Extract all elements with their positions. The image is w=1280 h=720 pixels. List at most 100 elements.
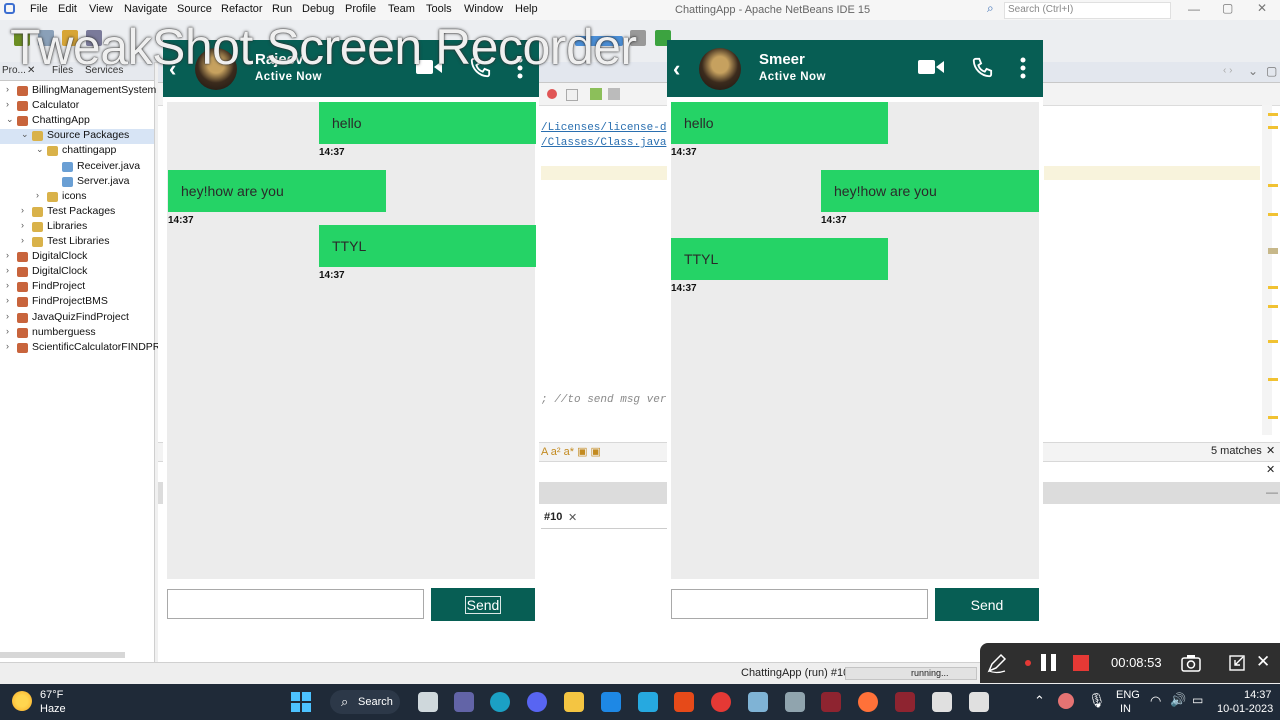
close-panel-icon[interactable]: ✕	[1266, 463, 1275, 476]
collapse-arrow-icon[interactable]: ›	[21, 220, 24, 230]
editor-scrollbar[interactable]	[1262, 105, 1272, 435]
maximize-button[interactable]: ▢	[1222, 1, 1233, 15]
mail-icon[interactable]	[601, 692, 621, 712]
message-input[interactable]	[167, 589, 424, 619]
tree-item[interactable]: › Test Packages	[0, 205, 154, 220]
teams-icon[interactable]	[454, 692, 474, 712]
menu-item-file[interactable]: File	[30, 3, 48, 15]
minimize-recorder-icon[interactable]	[1229, 655, 1245, 671]
tree-item[interactable]: › DigitalClock	[0, 250, 154, 265]
collapse-arrow-icon[interactable]: ›	[36, 190, 39, 200]
edge-icon[interactable]	[490, 692, 510, 712]
file-explorer-icon[interactable]	[564, 692, 584, 712]
tree-item[interactable]: › icons	[0, 190, 154, 205]
tree-item[interactable]: › numberguess	[0, 326, 154, 341]
tree-item[interactable]: › BillingManagementSystem	[0, 84, 156, 99]
menu-item-source[interactable]: Source	[177, 3, 212, 15]
video-call-icon[interactable]	[917, 57, 945, 77]
menu-item-team[interactable]: Team	[388, 3, 415, 15]
tree-item[interactable]: › Test Libraries	[0, 235, 154, 250]
task-view-icon[interactable]	[418, 692, 438, 712]
java-app-icon[interactable]	[932, 692, 952, 712]
microphone-icon[interactable]: 🎙	[1088, 692, 1106, 709]
error-stripe-mark[interactable]	[1268, 213, 1278, 216]
discord-icon[interactable]	[527, 692, 547, 712]
menu-item-edit[interactable]: Edit	[58, 3, 77, 15]
l-app-icon[interactable]	[638, 692, 658, 712]
collapse-arrow-icon[interactable]: ›	[6, 341, 9, 351]
weather-temp[interactable]: 67°F	[40, 689, 63, 701]
sync-icon[interactable]	[1058, 693, 1074, 709]
recorder-app-icon[interactable]	[821, 692, 841, 712]
collapse-arrow-icon[interactable]: ›	[21, 235, 24, 245]
search-icon[interactable]: ⌕	[987, 1, 994, 16]
back-arrow-icon[interactable]: ‹	[673, 56, 680, 82]
send-button[interactable]: Send	[935, 588, 1039, 621]
find-options-icons[interactable]: A a² a* ▣ ▣	[541, 445, 601, 458]
editor-menu-icon[interactable]: ⌄	[1248, 64, 1258, 78]
tree-item[interactable]: ⌄ chattingapp	[0, 144, 154, 159]
menu-item-window[interactable]: Window	[464, 3, 503, 15]
tree-item[interactable]: › Calculator	[0, 99, 154, 114]
windows-start-icon[interactable]	[291, 692, 311, 712]
expand-arrow-icon[interactable]: ⌄	[6, 114, 14, 125]
error-stripe-mark[interactable]	[1268, 248, 1278, 254]
show-hidden-icons-icon[interactable]: ⌃	[1034, 693, 1045, 709]
tree-item[interactable]: Receiver.java	[0, 160, 154, 175]
tree-item[interactable]: › DigitalClock	[0, 265, 154, 280]
stop-icon[interactable]	[566, 89, 578, 101]
taskbar-search[interactable]: ⌕ Search	[330, 690, 400, 714]
tree-item[interactable]: › JavaQuizFindProject	[0, 311, 154, 326]
screen-recorder-icon[interactable]	[895, 692, 915, 712]
breakpoint-icon[interactable]	[547, 89, 557, 99]
error-stripe-mark[interactable]	[1268, 416, 1278, 419]
firefox-icon[interactable]	[858, 692, 878, 712]
office-icon[interactable]	[674, 692, 694, 712]
battery-icon[interactable]: ▭	[1192, 693, 1203, 707]
menu-item-view[interactable]: View	[89, 3, 113, 15]
collapse-arrow-icon[interactable]: ›	[6, 265, 9, 275]
tree-item[interactable]: Server.java	[0, 175, 154, 190]
menu-item-debug[interactable]: Debug	[302, 3, 334, 15]
menu-item-navigate[interactable]: Navigate	[124, 3, 167, 15]
menu-item-tools[interactable]: Tools	[426, 3, 452, 15]
minimize-button[interactable]: —	[1188, 2, 1200, 16]
menu-item-profile[interactable]: Profile	[345, 3, 376, 15]
send-button[interactable]: Send	[431, 588, 535, 621]
tree-horizontal-scrollbar[interactable]	[0, 652, 125, 658]
clock-time[interactable]: 14:37	[1244, 689, 1272, 701]
collapse-arrow-icon[interactable]: ›	[6, 280, 9, 290]
error-stripe-mark[interactable]	[1268, 378, 1278, 381]
wifi-icon[interactable]: ◠	[1150, 693, 1161, 709]
weather-icon[interactable]	[12, 691, 32, 711]
opera-icon[interactable]	[711, 692, 731, 712]
tree-item[interactable]: › FindProjectBMS	[0, 295, 154, 310]
pause-icon[interactable]	[1040, 654, 1058, 672]
expand-arrow-icon[interactable]: ⌄	[21, 129, 29, 140]
message-input[interactable]	[671, 589, 928, 619]
output-tab-close-icon[interactable]: ✕	[568, 511, 577, 524]
output-tab[interactable]: #10 ✕	[541, 506, 667, 529]
close-window-button[interactable]: ✕	[1257, 1, 1267, 15]
volume-icon[interactable]: 🔊	[1170, 692, 1186, 708]
collapse-arrow-icon[interactable]: ›	[6, 311, 9, 321]
expand-arrow-icon[interactable]: ⌄	[36, 144, 44, 155]
collapse-arrow-icon[interactable]: ›	[21, 205, 24, 215]
security-icon[interactable]	[748, 692, 768, 712]
error-stripe-mark[interactable]	[1268, 184, 1278, 187]
tree-item[interactable]: › Libraries	[0, 220, 154, 235]
menu-item-refactor[interactable]: Refactor	[221, 3, 263, 15]
tree-item[interactable]: › FindProject	[0, 280, 154, 295]
tree-item[interactable]: ⌄ Source Packages	[0, 129, 154, 145]
collapse-arrow-icon[interactable]: ›	[6, 295, 9, 305]
ide-search-input[interactable]: Search (Ctrl+I)	[1004, 2, 1171, 19]
language-top[interactable]: ENG	[1116, 689, 1140, 701]
tree-item[interactable]: ⌄ ChattingApp	[0, 114, 154, 129]
error-stripe-mark[interactable]	[1268, 286, 1278, 289]
stop-recording-icon[interactable]	[1073, 655, 1089, 671]
tree-item[interactable]: › ScientificCalculatorFINDPR	[0, 341, 160, 356]
error-stripe-mark[interactable]	[1268, 305, 1278, 308]
more-options-icon[interactable]	[1019, 57, 1027, 79]
close-find-icon[interactable]: ✕	[1266, 444, 1275, 457]
pen-icon[interactable]	[986, 652, 1008, 674]
